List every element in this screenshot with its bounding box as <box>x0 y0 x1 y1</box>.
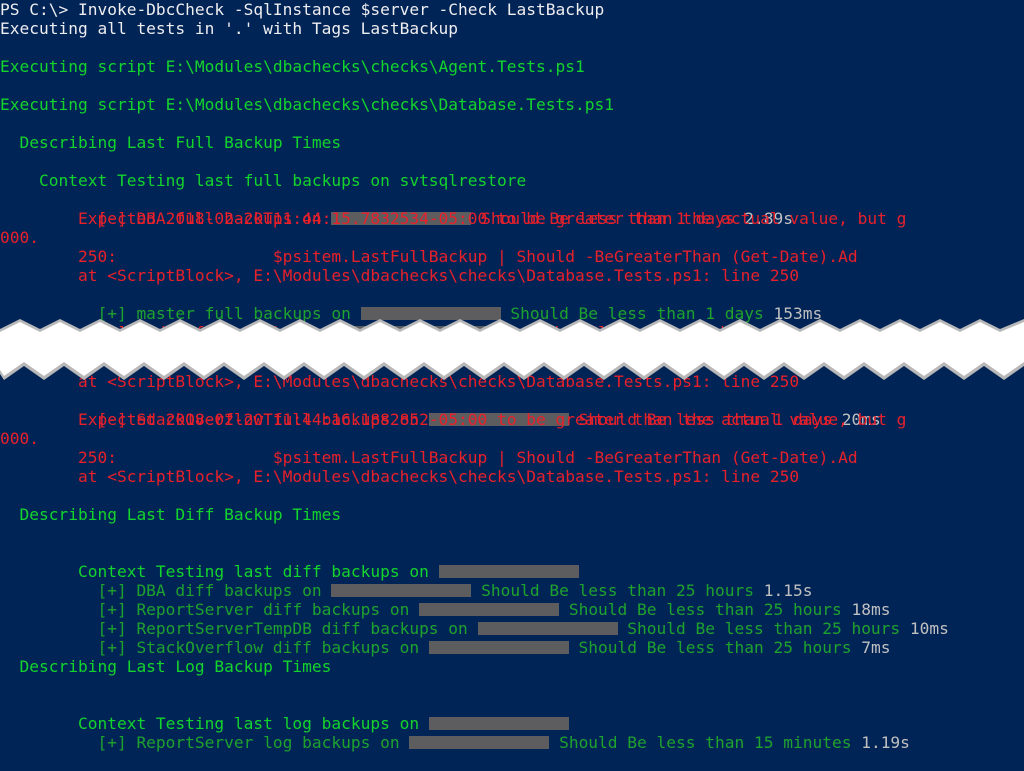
error-detail: 250: $psitem.LastFullBackup | Should -Be… <box>0 448 858 467</box>
context-heading: Context Testing last diff backups on <box>0 543 579 581</box>
executing-script-line: Executing script E:\Modules\dbachecks\ch… <box>0 57 585 76</box>
test-result-line: [+] ReportServer log backups on Should B… <box>38 733 910 752</box>
executing-script-line: Executing script E:\Modules\dbachecks\ch… <box>0 95 614 114</box>
error-detail: at <ScriptBlock>, E:\Modules\dbachecks\c… <box>0 266 800 285</box>
error-detail: at <ScriptBlock>, E:\Modules\dbachecks\c… <box>0 467 800 486</box>
test-result-line: [-] DBA full backups on Should Be less t… <box>38 209 793 228</box>
executing-tests-line: Executing all tests in '.' with Tags Las… <box>0 19 459 38</box>
test-result-line: [-] StackOverflow full backups on Should… <box>38 410 881 429</box>
describe-heading: Describing Last Log Backup Times <box>0 657 332 676</box>
error-detail: Expected 2018-02-20T11:44:16.1882852-05:… <box>0 410 907 429</box>
powershell-console[interactable]: PS C:\> Invoke-DbcCheck -SqlInstance $se… <box>0 0 1024 752</box>
error-detail: 000. <box>0 228 39 247</box>
torn-edge-divider <box>0 319 1024 380</box>
context-heading: Context Testing last log backups on <box>0 695 569 733</box>
test-result-line: [+] ReportServer diff backups on Should … <box>38 600 891 619</box>
error-detail: 000. <box>0 429 39 448</box>
test-result-line: [+] StackOverflow diff backups on Should… <box>38 638 891 657</box>
test-result-line: [+] master full backups on Should Be les… <box>38 304 823 323</box>
test-result-line: [+] ReportServerTempDB diff backups on S… <box>38 619 949 638</box>
redacted-server-name <box>428 641 569 654</box>
command-line: PS C:\> Invoke-DbcCheck -SqlInstance $se… <box>0 0 605 19</box>
context-heading: Context Testing last full backups on svt… <box>0 171 527 190</box>
describe-heading: Describing Last Diff Backup Times <box>0 505 342 524</box>
redacted-server-name <box>409 736 550 749</box>
error-detail: Expected 2018-02-20T11:44:15.7832534-05:… <box>0 209 907 228</box>
test-result-line: [+] DBA diff backups on Should Be less t… <box>38 581 813 600</box>
describe-heading: Describing Last Full Backup Times <box>0 133 342 152</box>
error-detail: 250: $psitem.LastFullBackup | Should -Be… <box>0 247 858 266</box>
